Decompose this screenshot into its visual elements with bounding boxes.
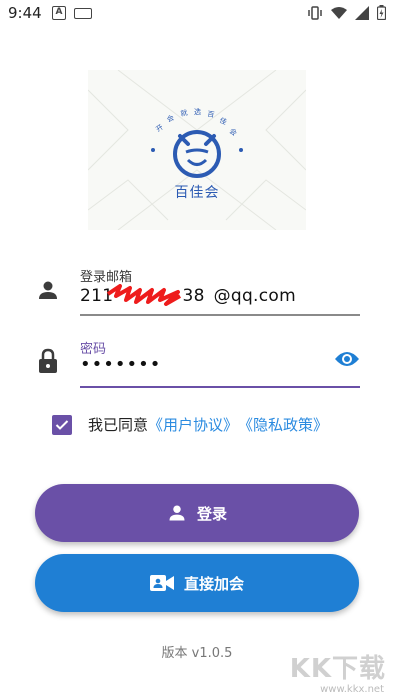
vibrate-icon [308,5,322,20]
person-icon [39,281,57,299]
svg-text:佳: 佳 [218,116,228,127]
wifi-icon [331,6,347,19]
app-logo: 开 会 就 选 百 佳 会 百佳会 [88,70,306,230]
notification-a-icon: A [52,6,66,20]
svg-text:百: 百 [207,110,215,119]
agreement-prefix: 我已同意 [88,416,149,434]
svg-text:就: 就 [180,108,188,118]
join-label: 直接加会 [183,574,244,593]
logo-name: 百佳会 [174,185,220,201]
password-field[interactable]: 密码 ••••••• [36,338,360,394]
battery-icon [377,5,386,20]
privacy-policy-link[interactable]: 《隐私政策》 [238,414,328,435]
watermark-url: www.kkx.net [320,684,384,695]
password-input[interactable]: ••••••• [80,354,161,375]
svg-text:开: 开 [155,123,165,134]
login-button[interactable]: 登录 [35,484,359,542]
login-label: 登录 [196,504,227,523]
status-time: 9:44 [8,4,42,22]
email-label: 登录邮箱 [80,270,133,285]
signal-icon [355,5,369,20]
keyboard-icon [74,8,92,19]
redaction-scribble [106,284,181,306]
check-icon [55,419,69,430]
password-underline [80,386,360,388]
user-agreement-link[interactable]: 《用户协议》 [148,414,238,435]
email-underline [80,314,360,316]
agreement-checkbox[interactable] [52,414,72,435]
status-bar: 9:44 A [0,0,394,28]
eye-icon[interactable] [334,350,360,368]
svg-text:会: 会 [228,126,239,137]
lock-icon [39,348,57,373]
agreement-row: 我已同意 《用户协议》 《隐私政策》 [52,414,328,435]
email-field[interactable]: 登录邮箱 211 38 @qq.com [36,266,360,322]
join-meeting-button[interactable]: 直接加会 [35,554,359,612]
person-icon [169,505,185,521]
watermark-logo: KK下载 [289,654,386,684]
svg-text:选: 选 [194,107,201,116]
video-camera-icon [149,575,174,591]
svg-text:会: 会 [165,113,175,124]
